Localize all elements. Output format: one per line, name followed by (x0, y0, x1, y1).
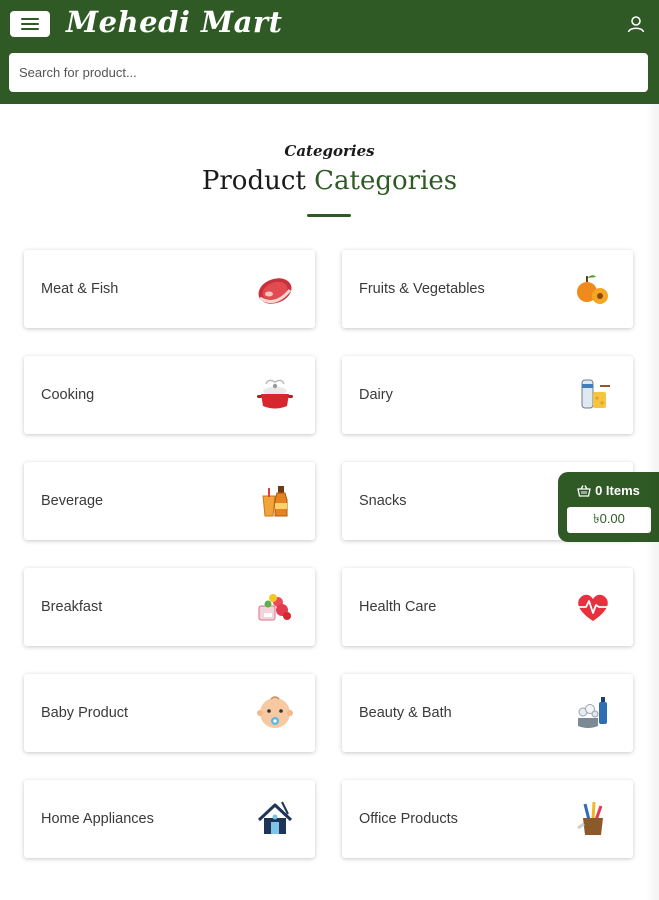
cart-items-count: 0 Items (595, 483, 640, 498)
category-label: Beverage (41, 493, 104, 509)
category-card-beverage[interactable]: Beverage (24, 462, 315, 540)
category-label: Snacks (359, 493, 407, 509)
category-card-breakfast[interactable]: Breakfast (24, 568, 315, 646)
category-label: Cooking (41, 387, 95, 403)
cart-total: ৳0.00 (567, 507, 651, 533)
category-label: Beauty & Bath (359, 705, 452, 721)
heart-icon (571, 585, 615, 629)
search-input[interactable] (9, 53, 648, 92)
category-label: Fruits & Vegetables (359, 281, 485, 297)
section-eyebrow: Categories (284, 142, 375, 160)
cooking-pot-icon (253, 373, 297, 417)
menu-line (21, 18, 39, 20)
home-icon (253, 797, 297, 841)
baby-icon (253, 691, 297, 735)
category-card-baby-product[interactable]: Baby Product (24, 674, 315, 752)
beverage-icon (253, 479, 297, 523)
menu-button[interactable] (10, 11, 50, 37)
category-card-beauty-bath[interactable]: Beauty & Bath (342, 674, 633, 752)
category-label: Dairy (359, 387, 393, 403)
category-card-cooking[interactable]: Cooking (24, 356, 315, 434)
category-label: Home Appliances (41, 811, 154, 827)
basket-icon (577, 484, 591, 497)
dairy-icon (571, 373, 615, 417)
menu-line (21, 28, 39, 30)
fruit-icon (571, 267, 615, 311)
user-icon[interactable] (626, 14, 646, 34)
meat-icon (253, 267, 297, 311)
top-header: Mehedi Mart (0, 0, 659, 104)
category-card-meat-fish[interactable]: Meat & Fish (24, 250, 315, 328)
category-card-office-products[interactable]: Office Products (342, 780, 633, 858)
section-title: Product Categories (0, 166, 659, 196)
floating-cart[interactable]: 0 Items ৳0.00 (558, 472, 659, 542)
category-label: Meat & Fish (41, 281, 119, 297)
section-title-main: Product (201, 166, 306, 196)
beauty-bath-icon (571, 691, 615, 735)
cart-summary: 0 Items (558, 483, 659, 498)
category-card-home-appliances[interactable]: Home Appliances (24, 780, 315, 858)
menu-line (21, 23, 39, 25)
category-label: Office Products (359, 811, 458, 827)
pencil-cup-icon (571, 797, 615, 841)
title-underline (307, 214, 351, 217)
breakfast-icon (253, 585, 297, 629)
category-label: Breakfast (41, 599, 103, 615)
category-label: Health Care (359, 599, 437, 615)
category-card-dairy[interactable]: Dairy (342, 356, 633, 434)
section-title-accent: Categories (314, 166, 458, 196)
category-card-health-care[interactable]: Health Care (342, 568, 633, 646)
category-card-fruits-vegetables[interactable]: Fruits & Vegetables (342, 250, 633, 328)
brand-logo[interactable]: Mehedi Mart (66, 5, 283, 39)
category-label: Baby Product (41, 705, 129, 721)
